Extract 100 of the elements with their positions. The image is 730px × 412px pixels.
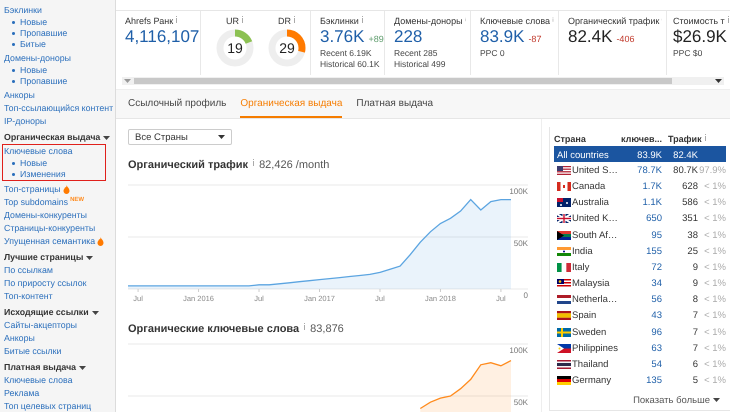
sidebar-link[interactable]: Ключевые слова <box>4 374 72 387</box>
country-name: Sweden <box>572 326 608 338</box>
info-icon <box>726 16 730 23</box>
sidebar-link[interactable]: IP-доноры <box>4 115 46 128</box>
sidebar-link[interactable]: Страницы-конкуренты <box>4 222 96 235</box>
show-more-link[interactable]: Показать больше <box>633 394 710 406</box>
info-icon <box>252 159 256 166</box>
metric-note: PPC 0 <box>480 48 506 59</box>
country-name: Australia <box>572 197 610 208</box>
scrollbar-thumb[interactable] <box>134 78 672 84</box>
country-row[interactable]: Malaysia 34 9 < 1% <box>554 276 726 292</box>
table-cell-text: 72 <box>650 262 662 273</box>
scrollbar[interactable] <box>122 77 724 85</box>
sidebar-link[interactable]: Домены-конкуренты <box>4 209 87 222</box>
country-row[interactable]: United S… 78.7K 80.7K97.9% <box>554 162 726 178</box>
section-heading[interactable]: Органическая выдача <box>4 131 100 144</box>
metric-value[interactable]: 4,116,107 <box>125 26 200 48</box>
flag-icon <box>557 230 571 240</box>
bullet-icon <box>12 69 15 72</box>
sidebar-link[interactable]: Топ-страницы <box>4 183 61 196</box>
metric-value[interactable]: 3.76K <box>320 26 364 48</box>
country-row[interactable]: Thailand 54 6 < 1% <box>554 356 726 373</box>
metric-note: PPC $0 <box>673 48 704 59</box>
metric-note: Recent 6.19K <box>320 48 373 59</box>
sidebar-link[interactable]: Ключевые слова <box>4 145 72 158</box>
country-row[interactable]: Sweden 96 7 < 1% <box>554 324 726 340</box>
country-row[interactable]: Germany 135 5 < 1% <box>554 372 726 389</box>
column-header: Трафик <box>668 134 702 144</box>
sidebar-link[interactable]: Топ-контент <box>4 290 53 303</box>
table-cell-text: < 1% <box>703 213 726 224</box>
table-cell-text: < 1% <box>703 294 726 306</box>
flag-icon <box>557 214 571 224</box>
section-heading[interactable]: Исходящие ссылки <box>4 306 89 319</box>
country-row[interactable]: Italy 72 9 < 1% <box>554 259 726 276</box>
country-name: Netherla… <box>572 294 618 306</box>
section-heading[interactable]: Лучшие страницы <box>4 251 84 264</box>
metric-label: Органический трафик <box>568 16 660 26</box>
sidebar-link[interactable]: Новые <box>20 158 48 169</box>
tab[interactable]: Ссылочный профиль <box>128 90 226 118</box>
bullet-icon <box>12 80 15 83</box>
country-dropdown[interactable]: Все Страны <box>128 129 232 145</box>
section-heading[interactable]: Платная выдача <box>4 361 76 374</box>
metric-value: $26.9K <box>673 26 727 48</box>
bullet-icon <box>12 173 15 176</box>
caret-icon <box>92 310 99 314</box>
table-cell-text: 80.7K <box>672 164 698 176</box>
country-row[interactable]: India 155 25 < 1% <box>554 243 726 260</box>
table-cell-text: < 1% <box>703 359 726 370</box>
gauge-value: 29 <box>279 40 295 56</box>
sidebar-link[interactable]: Сайты-акцепторы <box>4 319 77 332</box>
sidebar-link[interactable]: По ссылкам <box>4 264 53 277</box>
metric-label: Стоимость т <box>673 16 725 26</box>
sidebar-link[interactable]: Бэклинки <box>4 4 42 17</box>
country-row[interactable]: Netherla… 56 8 < 1% <box>554 292 726 308</box>
country-row[interactable]: All countries 83.9K 82.4K <box>554 146 726 162</box>
sidebar-link[interactable]: Анкоры <box>4 89 35 102</box>
country-row[interactable]: Canada 1.7K 628 < 1% <box>554 178 726 195</box>
sidebar-link[interactable]: Новые <box>20 65 48 76</box>
caret-icon <box>218 135 225 139</box>
info-icon <box>293 16 296 23</box>
table-cell-text: 9 <box>692 262 698 273</box>
country-row[interactable]: Australia 1.1K 586 < 1% <box>554 194 726 211</box>
table-cell-text: 7 <box>692 342 698 354</box>
sidebar-link[interactable]: Упущенная семантика <box>4 235 96 248</box>
sidebar-link[interactable]: Top subdomains <box>4 196 68 209</box>
tab[interactable]: Платная выдача <box>356 90 434 118</box>
sidebar-link[interactable]: Реклама <box>4 387 40 400</box>
sidebar-link[interactable]: Битые ссылки <box>4 345 62 358</box>
caret-icon <box>86 256 94 260</box>
caret-icon <box>124 79 131 83</box>
flag-icon <box>557 262 571 272</box>
sidebar-link[interactable]: Новые <box>20 17 48 28</box>
country-name: India <box>572 246 594 257</box>
flag-icon <box>557 182 571 191</box>
sidebar-link[interactable]: Пропавшие <box>20 28 68 39</box>
table-cell-text: 628 <box>681 180 698 192</box>
country-row[interactable]: South Af… 95 38 < 1% <box>554 226 726 244</box>
sidebar-link[interactable]: Топ-ссылающийся контент <box>4 102 114 115</box>
caret-icon <box>715 79 722 83</box>
sidebar-link[interactable]: Домены-доноры <box>4 52 71 65</box>
gauge-value: 19 <box>227 40 243 56</box>
sidebar-link[interactable]: Пропавшие <box>20 76 68 87</box>
flag-icon <box>557 376 571 386</box>
metric-label: Ahrefs Ранк <box>125 16 174 26</box>
country-row[interactable]: United K… 650 351 < 1% <box>554 210 726 227</box>
country-row[interactable]: Philippines 63 7 < 1% <box>554 340 726 356</box>
sidebar-link[interactable]: Битые <box>20 39 46 50</box>
table-cell-text: < 1% <box>703 262 726 273</box>
sidebar-link[interactable]: Топ целевых страниц <box>4 400 92 412</box>
table-cell: 97.9% <box>698 164 726 176</box>
metric-value[interactable]: 83.9K <box>480 26 524 48</box>
country-row[interactable]: Spain 43 7 < 1% <box>554 308 726 324</box>
sidebar-link[interactable]: Анкоры <box>4 332 35 345</box>
table-cell-text: 650 <box>645 213 662 224</box>
country-name: Germany <box>572 375 612 386</box>
tab[interactable]: Органическая выдача <box>240 90 342 118</box>
sidebar-link[interactable]: Изменения <box>20 169 66 180</box>
flag-icon <box>557 166 571 175</box>
metric-value[interactable]: 228 <box>394 26 422 48</box>
sidebar-link[interactable]: По приросту ссылок <box>4 277 86 290</box>
